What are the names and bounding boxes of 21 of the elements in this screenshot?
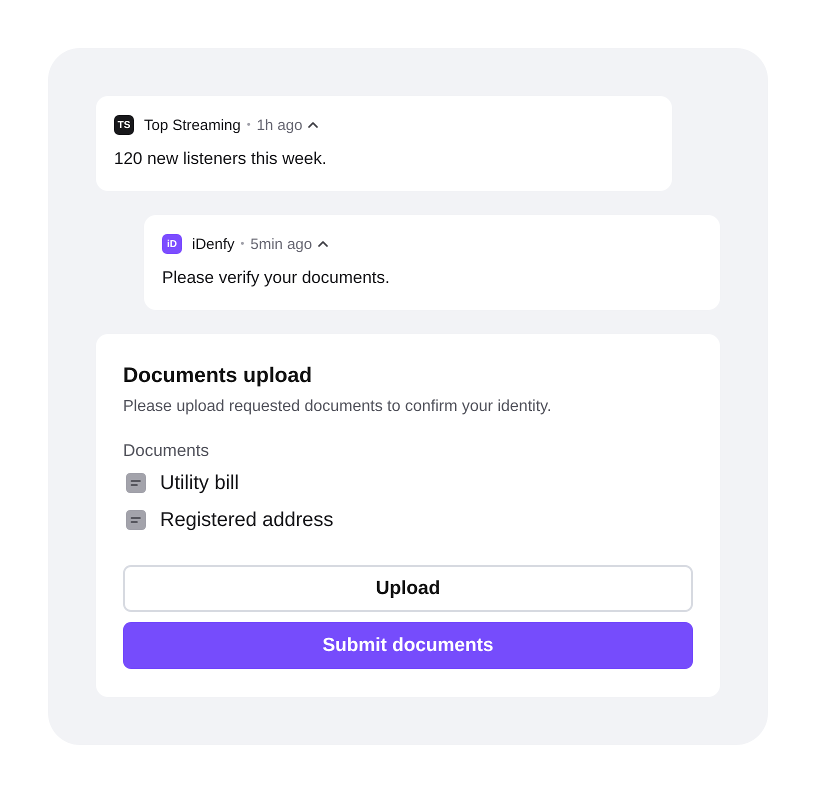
notification-message: 120 new listeners this week. <box>114 148 328 170</box>
separator-dot: • <box>246 119 251 131</box>
timestamp: 1h ago <box>256 116 302 134</box>
document-name: Registered address <box>160 508 334 532</box>
document-name: Utility bill <box>160 471 239 495</box>
card-title: Documents upload <box>123 363 314 389</box>
document-icon <box>126 510 146 530</box>
upload-button[interactable]: Upload <box>123 565 693 612</box>
app-name: Top Streaming <box>144 116 241 134</box>
chevron-icon[interactable] <box>308 122 318 128</box>
app-logo: iD <box>162 234 182 254</box>
chevron-icon[interactable] <box>318 241 328 247</box>
notification-message: Please verify your documents. <box>162 267 391 289</box>
card-description: Please upload requested documents to confirm your identity. <box>123 397 552 417</box>
document-icon <box>126 473 146 493</box>
documents-label: Documents <box>123 440 210 462</box>
separator-dot: • <box>240 238 244 250</box>
submit-button[interactable]: Submit documents <box>123 622 693 669</box>
app-name: iDenfy <box>192 236 235 252</box>
timestamp: 5min ago <box>250 236 312 252</box>
app-logo: TS <box>114 115 134 135</box>
